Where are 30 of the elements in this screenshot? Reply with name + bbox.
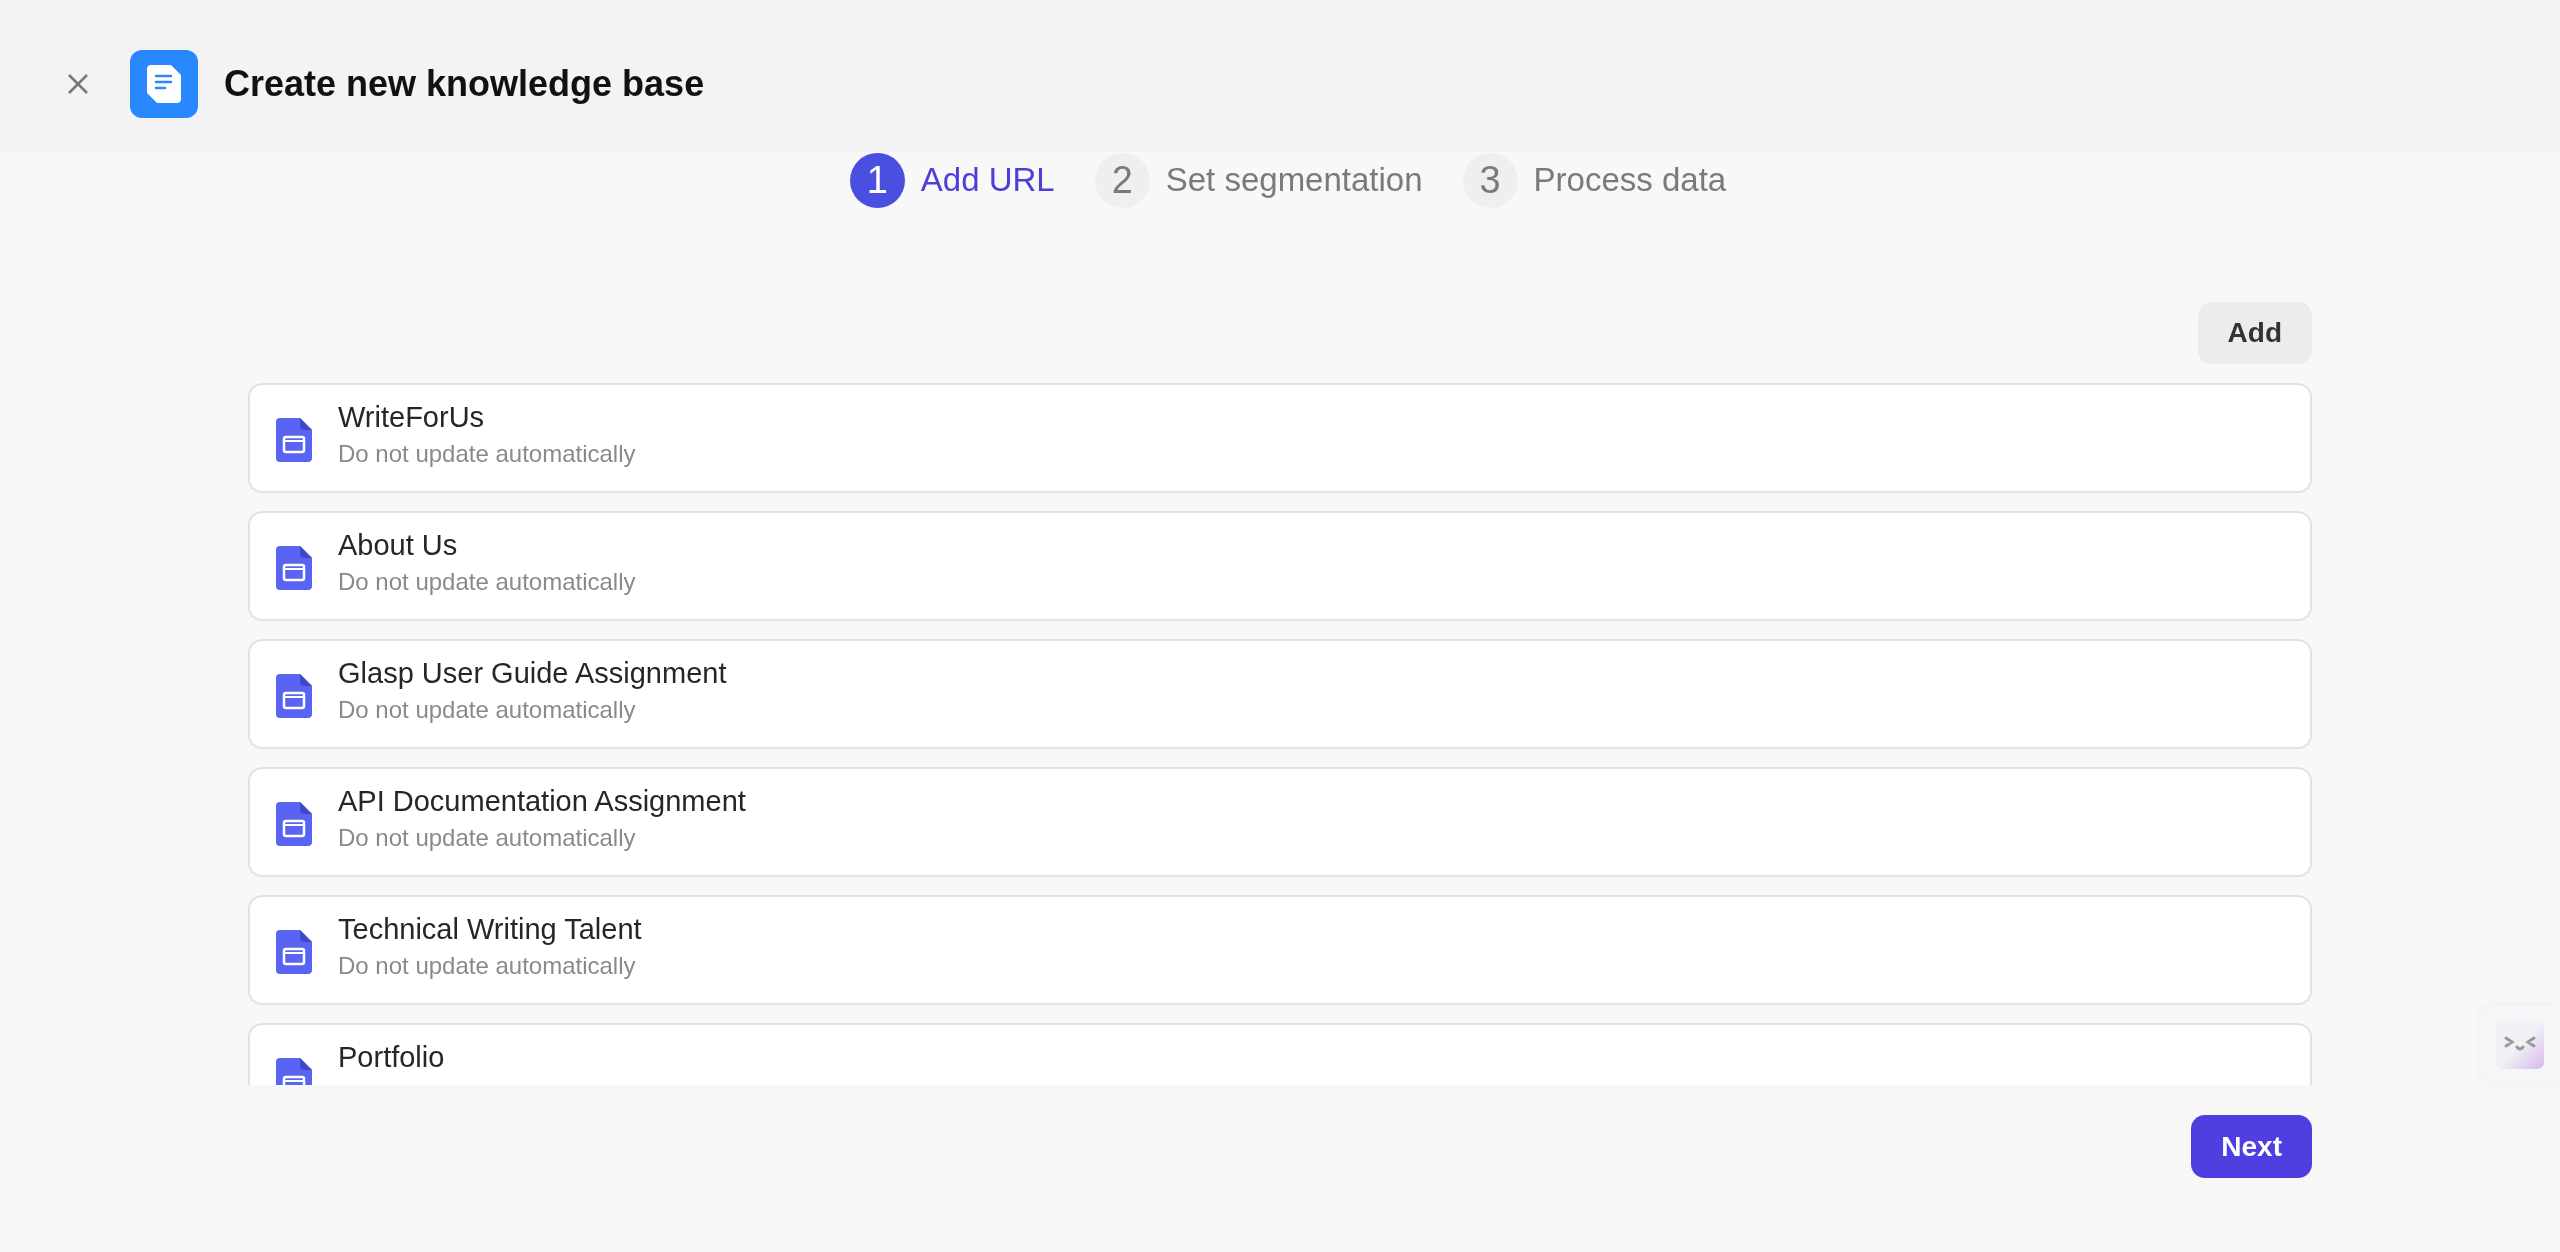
step-tab[interactable]: 1 Add URL [849,152,1055,208]
page-title: Create new knowledge base [224,63,705,105]
source-card[interactable]: About Us Do not update automatically [248,511,2312,621]
step-tab[interactable]: 2 Set segmentation [1094,152,1423,208]
document-icon [276,418,312,462]
source-card[interactable]: API Documentation Assignment Do not update automatically [248,767,2312,877]
source-title: WriteForUs [338,401,486,434]
document-icon [276,674,312,718]
source-title: API Documentation Assignment [338,785,746,818]
document-icon [276,802,312,846]
source-title: Technical Writing Talent [338,913,642,946]
update-setting: Do not update automatically [338,568,636,596]
source-card[interactable]: Portfolio [248,1023,2312,1085]
update-setting: Do not update automatically [338,824,637,852]
document-icon [130,50,198,118]
step-tab[interactable]: 3 Process data [1462,152,1727,208]
update-setting: Do not update automatically [338,440,636,468]
source-card[interactable]: WriteForUs Do not update automatically [248,383,2312,493]
source-title: Portfolio [338,1041,445,1074]
source-card[interactable]: Technical Writing Talent Do not update automatically [248,895,2312,1005]
source-card[interactable]: Glasp User Guide Assignment Do not update automatically [248,639,2312,749]
face-icon [2496,1021,2544,1069]
source-title: Glasp User Guide Assignment [338,657,727,690]
update-setting: Do not update automatically [338,696,637,724]
document-icon [276,930,312,974]
update-setting: Do not update automatically [338,952,637,980]
next-button[interactable]: Next [2191,1115,2312,1178]
source-title: About Us [338,529,459,562]
add-button[interactable]: Add [2197,302,2312,364]
document-icon [276,546,312,590]
